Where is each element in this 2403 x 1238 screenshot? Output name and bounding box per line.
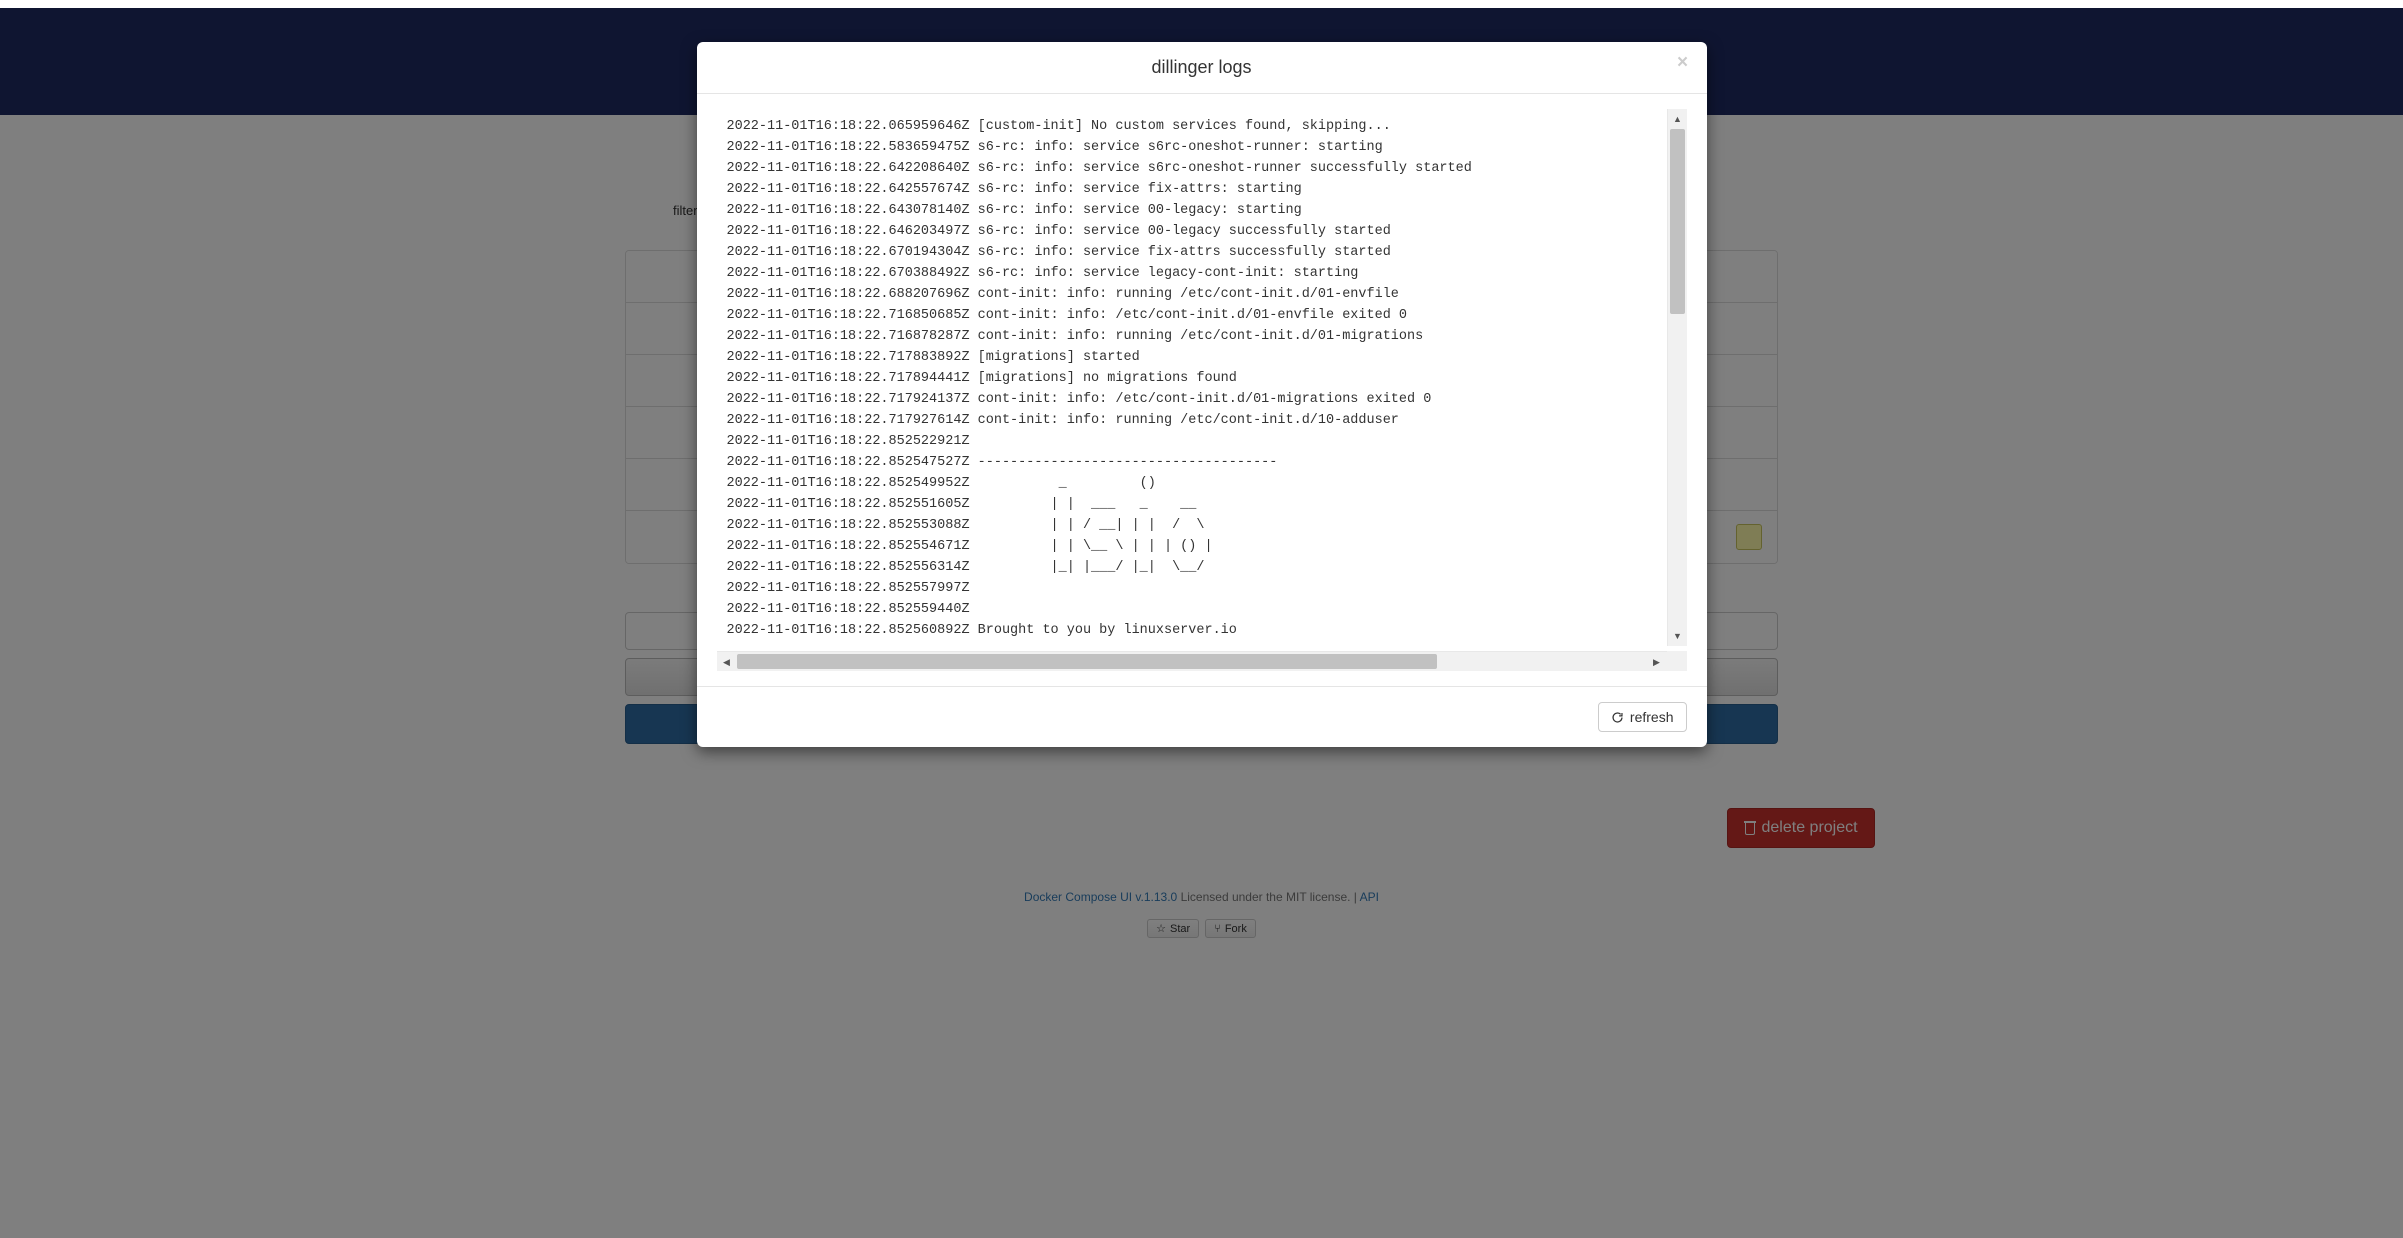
scroll-right-arrow-icon[interactable]: ▶ — [1647, 652, 1667, 671]
scroll-up-arrow-icon[interactable]: ▲ — [1668, 109, 1687, 129]
scroll-corner — [1667, 651, 1687, 671]
refresh-button[interactable]: refresh — [1598, 702, 1687, 732]
modal-body: 2022-11-01T16:18:22.065959646Z [custom-i… — [697, 94, 1707, 686]
modal-footer: refresh — [697, 686, 1707, 747]
scroll-left-arrow-icon[interactable]: ◀ — [717, 652, 737, 671]
modal-header: dillinger logs × — [697, 42, 1707, 94]
refresh-icon — [1611, 711, 1624, 724]
modal-title: dillinger logs — [717, 57, 1687, 78]
scroll-down-arrow-icon[interactable]: ▼ — [1668, 626, 1687, 646]
log-scroll-pane: 2022-11-01T16:18:22.065959646Z [custom-i… — [717, 109, 1687, 671]
hscroll-thumb[interactable] — [737, 654, 1437, 669]
vscroll-track[interactable]: ▲ ▼ — [1667, 109, 1687, 646]
hscroll-track[interactable]: ◀ ▶ — [717, 651, 1667, 671]
modal-close-button[interactable]: × — [1673, 52, 1693, 72]
vscroll-thumb[interactable] — [1670, 129, 1685, 314]
log-content[interactable]: 2022-11-01T16:18:22.065959646Z [custom-i… — [727, 116, 1667, 641]
logs-modal: dillinger logs × 2022-11-01T16:18:22.065… — [697, 42, 1707, 747]
refresh-label: refresh — [1630, 709, 1674, 725]
